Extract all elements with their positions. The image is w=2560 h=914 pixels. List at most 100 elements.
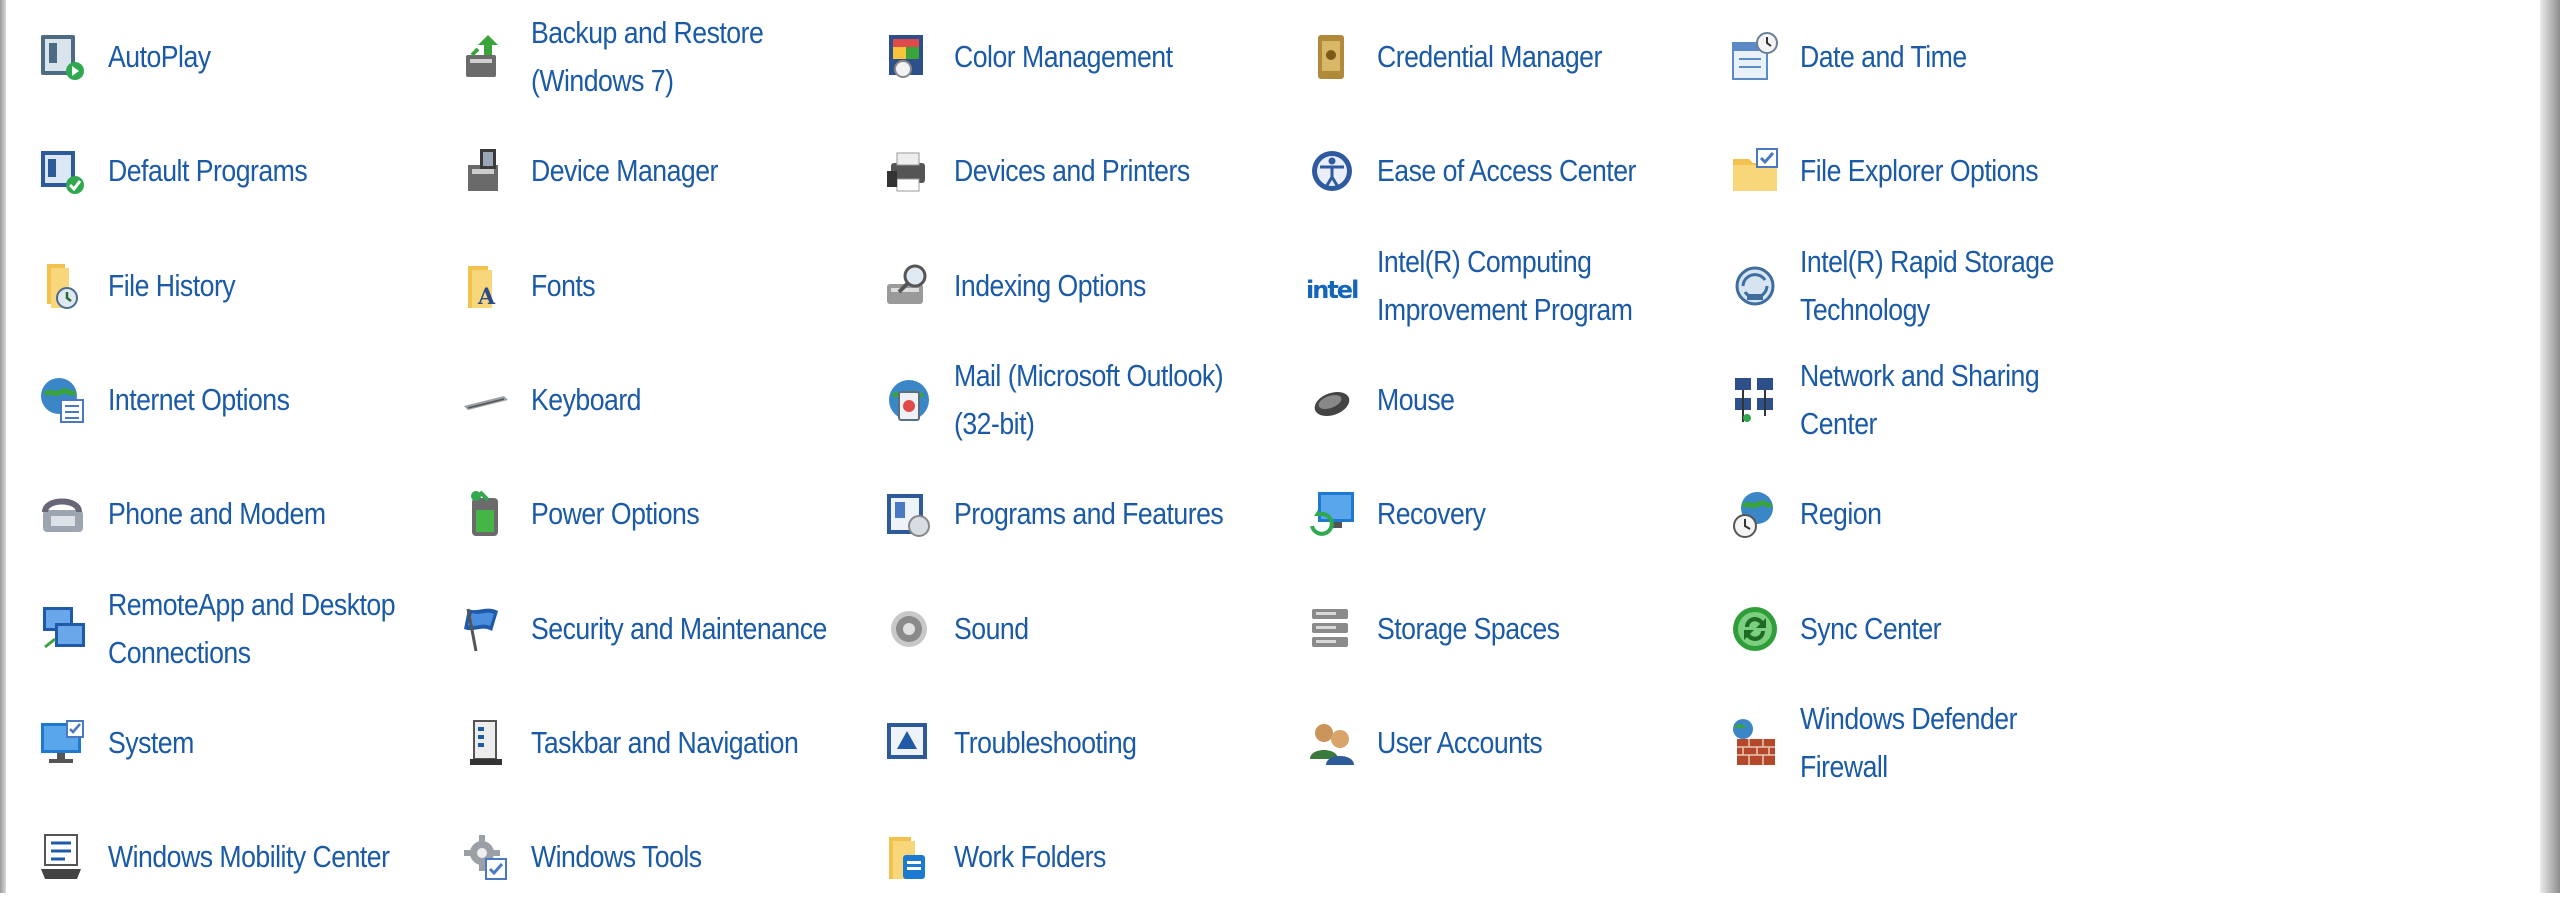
control-panel-item-credential-manager[interactable]: Credential Manager xyxy=(1301,0,1724,114)
control-panel-item-user-accounts[interactable]: User Accounts xyxy=(1301,686,1724,800)
window-left-border xyxy=(0,0,6,893)
control-panel-item-label[interactable]: Windows Defender Firewall xyxy=(1800,695,2098,791)
control-panel-item-windows-defender-firewall[interactable]: Windows Defender Firewall xyxy=(1724,686,2147,800)
backup-restore-icon xyxy=(457,28,515,86)
control-panel-item-label[interactable]: Backup and Restore (Windows 7) xyxy=(531,9,829,105)
control-panel-item-label[interactable]: File Explorer Options xyxy=(1800,147,2098,195)
control-panel-item-label[interactable]: Recovery xyxy=(1377,490,1675,538)
control-panel-item-label[interactable]: Troubleshooting xyxy=(954,719,1252,767)
control-panel-item-power-options[interactable]: Power Options xyxy=(455,457,878,571)
control-panel-item-internet-options[interactable]: Internet Options xyxy=(32,343,455,457)
control-panel-item-label[interactable]: Fonts xyxy=(531,262,829,310)
control-panel-item-date-and-time[interactable]: Date and Time xyxy=(1724,0,2147,114)
security-maintenance-icon xyxy=(457,600,515,658)
control-panel-item-label[interactable]: Date and Time xyxy=(1800,33,2098,81)
control-panel-item-label[interactable]: Power Options xyxy=(531,490,829,538)
autoplay-icon xyxy=(34,28,92,86)
control-panel-item-label[interactable]: User Accounts xyxy=(1377,719,1675,767)
control-panel-item-label[interactable]: Storage Spaces xyxy=(1377,605,1675,653)
control-panel-item-label[interactable]: Windows Mobility Center xyxy=(108,833,406,881)
control-panel-item-label[interactable]: Credential Manager xyxy=(1377,33,1675,81)
control-panel-window: AutoPlay Backup and Restore (Windows 7) Co… xyxy=(0,0,2560,893)
control-panel-item-system[interactable]: System xyxy=(32,686,455,800)
control-panel-item-devices-and-printers[interactable]: Devices and Printers xyxy=(878,114,1301,228)
mobility-center-icon xyxy=(34,828,92,886)
control-panel-item-label[interactable]: RemoteApp and Desktop Connections xyxy=(108,581,406,677)
control-panel-item-label[interactable]: Intel(R) Rapid Storage Technology xyxy=(1800,238,2098,334)
control-panel-item-storage-spaces[interactable]: Storage Spaces xyxy=(1301,571,1724,685)
control-panel-item-indexing-options[interactable]: Indexing Options xyxy=(878,229,1301,343)
control-panel-item-keyboard[interactable]: Keyboard xyxy=(455,343,878,457)
system-icon xyxy=(34,714,92,772)
control-panel-item-fonts[interactable]: A Fonts xyxy=(455,229,878,343)
control-panel-item-security-and-maintenance[interactable]: Security and Maintenance xyxy=(455,571,878,685)
control-panel-item-label[interactable]: Sound xyxy=(954,605,1252,653)
control-panel-item-windows-tools[interactable]: Windows Tools xyxy=(455,800,878,914)
control-panel-item-file-history[interactable]: File History xyxy=(32,229,455,343)
date-time-icon xyxy=(1726,28,1784,86)
mail-icon xyxy=(880,371,938,429)
control-panel-item-label[interactable]: Default Programs xyxy=(108,147,406,195)
control-panel-item-label[interactable]: System xyxy=(108,719,406,767)
control-panel-item-backup-and-restore-windows-7[interactable]: Backup and Restore (Windows 7) xyxy=(455,0,878,114)
power-options-icon xyxy=(457,485,515,543)
control-panel-item-sound[interactable]: Sound xyxy=(878,571,1301,685)
control-panel-item-ease-of-access-center[interactable]: Ease of Access Center xyxy=(1301,114,1724,228)
control-panel-item-label[interactable]: Sync Center xyxy=(1800,605,2098,653)
control-panel-item-troubleshooting[interactable]: Troubleshooting xyxy=(878,686,1301,800)
control-panel-item-mouse[interactable]: Mouse xyxy=(1301,343,1724,457)
control-panel-item-remoteapp-and-desktop-connections[interactable]: RemoteApp and Desktop Connections xyxy=(32,571,455,685)
control-panel-item-recovery[interactable]: Recovery xyxy=(1301,457,1724,571)
control-panel-item-label[interactable]: Devices and Printers xyxy=(954,147,1252,195)
mouse-icon xyxy=(1303,371,1361,429)
control-panel-item-work-folders[interactable]: Work Folders xyxy=(878,800,1301,914)
control-panel-item-label[interactable]: Intel(R) Computing Improvement Program xyxy=(1377,238,1675,334)
control-panel-item-taskbar-and-navigation[interactable]: Taskbar and Navigation xyxy=(455,686,878,800)
control-panel-item-region[interactable]: Region xyxy=(1724,457,2147,571)
windows-tools-icon xyxy=(457,828,515,886)
control-panel-item-label[interactable]: Work Folders xyxy=(954,833,1252,881)
work-folders-icon xyxy=(880,828,938,886)
svg-text:A: A xyxy=(477,284,496,310)
devices-printers-icon xyxy=(880,142,938,200)
control-panel-item-label[interactable]: Device Manager xyxy=(531,147,829,195)
control-panel-item-file-explorer-options[interactable]: File Explorer Options xyxy=(1724,114,2147,228)
control-panel-item-label[interactable]: Taskbar and Navigation xyxy=(531,719,829,767)
control-panel-item-label[interactable]: Indexing Options xyxy=(954,262,1252,310)
control-panel-item-default-programs[interactable]: Default Programs xyxy=(32,114,455,228)
control-panel-item-windows-mobility-center[interactable]: Windows Mobility Center xyxy=(32,800,455,914)
control-panel-item-label[interactable]: File History xyxy=(108,262,406,310)
control-panel-item-intel-r-rapid-storage-technology[interactable]: Intel(R) Rapid Storage Technology xyxy=(1724,229,2147,343)
control-panel-item-color-management[interactable]: Color Management xyxy=(878,0,1301,114)
control-panel-item-autoplay[interactable]: AutoPlay xyxy=(32,0,455,114)
control-panel-item-label[interactable]: Keyboard xyxy=(531,376,829,424)
control-panel-item-label[interactable]: Network and Sharing Center xyxy=(1800,352,2098,448)
intel-logo-icon: intel xyxy=(1303,257,1361,315)
sound-icon xyxy=(880,600,938,658)
control-panel-item-label[interactable]: Color Management xyxy=(954,33,1252,81)
control-panel-item-label[interactable]: Programs and Features xyxy=(954,490,1252,538)
control-panel-item-sync-center[interactable]: Sync Center xyxy=(1724,571,2147,685)
control-panel-item-intel-r-computing-improvement-program[interactable]: intel Intel(R) Computing Improvement Prog… xyxy=(1301,229,1724,343)
control-panel-item-label[interactable]: Security and Maintenance xyxy=(531,605,829,653)
control-panel-item-label[interactable]: AutoPlay xyxy=(108,33,406,81)
control-panel-item-mail-microsoft-outlook-32-bit[interactable]: Mail (Microsoft Outlook) (32-bit) xyxy=(878,343,1301,457)
indexing-options-icon xyxy=(880,257,938,315)
device-manager-icon xyxy=(457,142,515,200)
control-panel-item-label[interactable]: Mail (Microsoft Outlook) (32-bit) xyxy=(954,352,1252,448)
control-panel-item-label[interactable]: Region xyxy=(1800,490,2098,538)
control-panel-item-phone-and-modem[interactable]: Phone and Modem xyxy=(32,457,455,571)
control-panel-item-label[interactable]: Ease of Access Center xyxy=(1377,147,1675,195)
control-panel-item-label[interactable]: Mouse xyxy=(1377,376,1675,424)
control-panel-item-label[interactable]: Windows Tools xyxy=(531,833,829,881)
file-explorer-options-icon xyxy=(1726,142,1784,200)
control-panel-item-device-manager[interactable]: Device Manager xyxy=(455,114,878,228)
remoteapp-icon xyxy=(34,600,92,658)
control-panel-item-label[interactable]: Internet Options xyxy=(108,376,406,424)
control-panel-item-label[interactable]: Phone and Modem xyxy=(108,490,406,538)
default-programs-icon xyxy=(34,142,92,200)
control-panel-item-network-and-sharing-center[interactable]: Network and Sharing Center xyxy=(1724,343,2147,457)
troubleshooting-icon xyxy=(880,714,938,772)
control-panel-item-programs-and-features[interactable]: Programs and Features xyxy=(878,457,1301,571)
programs-features-icon xyxy=(880,485,938,543)
